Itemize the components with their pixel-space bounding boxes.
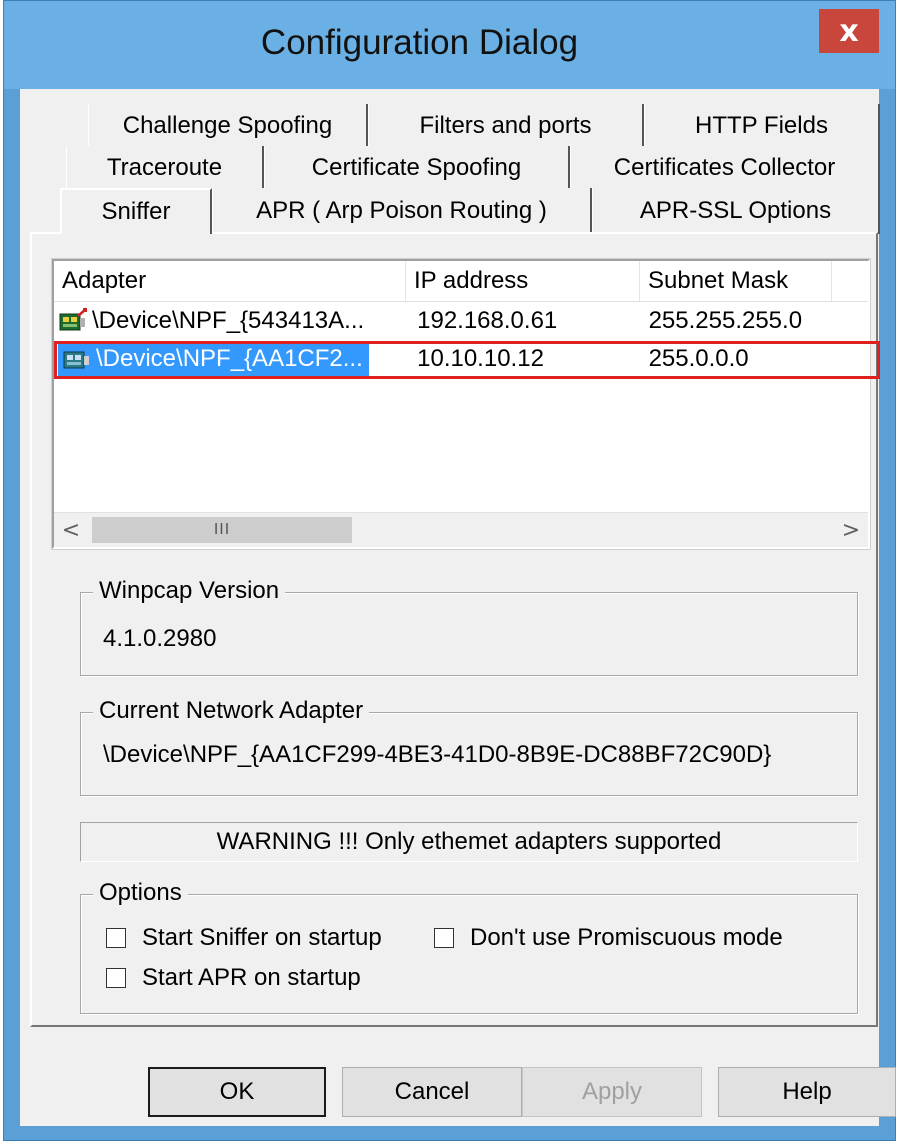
tab-sniffer[interactable]: Sniffer bbox=[60, 188, 212, 234]
cancel-button[interactable]: Cancel bbox=[342, 1067, 522, 1117]
chevron-right-icon: > bbox=[841, 517, 861, 543]
current-adapter-label: Current Network Adapter bbox=[93, 697, 370, 725]
scroll-thumb[interactable]: III bbox=[92, 517, 352, 543]
start-sniffer-label: Start Sniffer on startup bbox=[142, 924, 382, 951]
network-adapter-icon bbox=[59, 308, 87, 331]
horizontal-scrollbar[interactable]: < III > bbox=[54, 512, 868, 547]
start-apr-option[interactable]: Start APR on startup bbox=[106, 964, 361, 992]
tab-http-fields[interactable]: HTTP Fields bbox=[644, 104, 880, 148]
scroll-right-button[interactable]: > bbox=[834, 513, 868, 547]
grip-icon: III bbox=[213, 521, 231, 538]
tab-apr-ssl-options[interactable]: APR-SSL Options bbox=[592, 188, 880, 234]
title-bar[interactable]: Configuration Dialog x bbox=[4, 1, 895, 89]
start-sniffer-checkbox[interactable] bbox=[106, 928, 126, 948]
winpcap-group: Winpcap Version 4.1.0.2980 bbox=[80, 577, 858, 676]
column-header-ip-address[interactable]: IP address bbox=[406, 261, 640, 301]
tab-certificate-spoofing[interactable]: Certificate Spoofing bbox=[264, 146, 570, 190]
options-label: Options bbox=[93, 879, 188, 907]
adapter-list[interactable]: Adapter IP address Subnet Mask \Device\N… bbox=[51, 258, 880, 550]
start-sniffer-option[interactable]: Start Sniffer on startup bbox=[106, 924, 382, 952]
scroll-track[interactable]: III bbox=[88, 513, 834, 547]
dialog-title: Configuration Dialog bbox=[260, 23, 579, 62]
scroll-left-button[interactable]: < bbox=[54, 513, 88, 547]
promiscuous-checkbox[interactable] bbox=[434, 928, 454, 948]
ip-cell: 10.10.10.12 bbox=[417, 345, 544, 372]
start-apr-label: Start APR on startup bbox=[142, 964, 361, 991]
close-button[interactable]: x bbox=[819, 9, 879, 53]
options-group: Options bbox=[80, 879, 858, 1014]
tab-apr[interactable]: APR ( Arp Poison Routing ) bbox=[212, 188, 592, 234]
apply-button[interactable]: Apply bbox=[522, 1067, 702, 1117]
promiscuous-option[interactable]: Don't use Promiscuous mode bbox=[434, 924, 783, 952]
help-button[interactable]: Help bbox=[718, 1067, 896, 1117]
adapter-list-header: Adapter IP address Subnet Mask bbox=[54, 261, 868, 302]
adapter-cell: \Device\NPF_{AA1CF2... bbox=[54, 341, 401, 377]
tab-row-1: Challenge Spoofing Filters and ports HTT… bbox=[88, 104, 880, 148]
tab-challenge-spoofing[interactable]: Challenge Spoofing bbox=[88, 104, 368, 148]
winpcap-label: Winpcap Version bbox=[93, 577, 286, 605]
mask-cell: 255.0.0.0 bbox=[648, 345, 749, 372]
current-adapter-value: \Device\NPF_{AA1CF299-4BE3-41D0-8B9E-DC8… bbox=[103, 741, 772, 768]
column-header-subnet-mask[interactable]: Subnet Mask bbox=[640, 261, 832, 301]
column-header-adapter[interactable]: Adapter bbox=[54, 261, 406, 301]
current-adapter-group: Current Network Adapter \Device\NPF_{AA1… bbox=[80, 697, 858, 796]
tab-row-2: Traceroute Certificate Spoofing Certific… bbox=[66, 146, 880, 190]
tab-traceroute[interactable]: Traceroute bbox=[66, 146, 264, 190]
ok-button[interactable]: OK bbox=[148, 1067, 326, 1117]
adapter-cell: \Device\NPF_{543413A... bbox=[54, 303, 401, 339]
start-apr-checkbox[interactable] bbox=[106, 968, 126, 988]
winpcap-version: 4.1.0.2980 bbox=[103, 625, 217, 652]
network-adapter-icon bbox=[63, 351, 89, 369]
table-row-selected[interactable]: \Device\NPF_{AA1CF2... 10.10.10.12 255.0… bbox=[54, 341, 880, 379]
ip-cell: 192.168.0.61 bbox=[417, 307, 558, 334]
close-icon: x bbox=[839, 13, 859, 49]
promiscuous-label: Don't use Promiscuous mode bbox=[470, 924, 783, 951]
tab-filters-and-ports[interactable]: Filters and ports bbox=[368, 104, 644, 148]
tab-certificates-collector[interactable]: Certificates Collector bbox=[570, 146, 880, 190]
table-row[interactable]: \Device\NPF_{543413A... 192.168.0.61 255… bbox=[54, 303, 868, 339]
warning-message: WARNING !!! Only ethemet adapters suppor… bbox=[80, 822, 858, 862]
mask-cell: 255.255.255.0 bbox=[648, 307, 803, 334]
selected-adapter-text: \Device\NPF_{AA1CF2... bbox=[58, 342, 369, 376]
chevron-left-icon: < bbox=[61, 517, 81, 543]
tab-row-3: Sniffer APR ( Arp Poison Routing ) APR-S… bbox=[60, 188, 880, 234]
